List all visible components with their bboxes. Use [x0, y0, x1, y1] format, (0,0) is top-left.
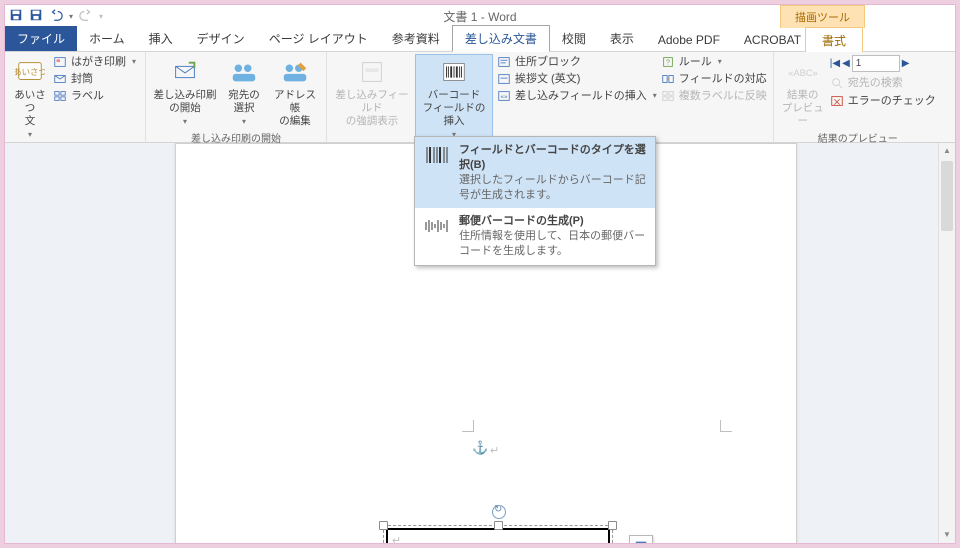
paragraph-mark-icon: ↵ — [490, 444, 499, 457]
barcode-icon — [423, 143, 451, 167]
select-recipients-button[interactable]: 宛先の 選択▾ — [222, 55, 266, 127]
textbox-shape[interactable]: ↵ — [383, 525, 613, 543]
crop-mark-icon — [720, 416, 736, 432]
menu-item-postal-barcode[interactable]: 郵便バーコードの生成(P)住所情報を使用して、日本の郵便バーコードを生成します。 — [415, 208, 655, 265]
highlight-merge-fields-button: 差し込みフィールド の強調表示 — [333, 55, 411, 128]
tab-design[interactable]: デザイン — [185, 26, 257, 51]
find-recipient-button: 宛先の検索 — [830, 76, 936, 90]
menu-item-desc: 住所情報を使用して、日本の郵便バーコードを生成します。 — [459, 230, 645, 257]
title-bar: ▾ ▾ 文書 1 - Word 描画ツール — [5, 5, 955, 27]
qat-customize-icon[interactable]: ▾ — [99, 12, 103, 21]
tab-insert[interactable]: 挿入 — [137, 26, 185, 51]
tab-mailings[interactable]: 差し込み文書 — [452, 25, 550, 52]
group-preview: «ABC» 結果の プレビュー |◀ ◀ 1 ▶ 宛先の検索 エラーのチェック … — [774, 52, 942, 142]
anchor-icon: ⚓ — [472, 440, 488, 456]
undo-icon[interactable] — [49, 8, 63, 25]
group-create: あいさつ あいさつ 文 ▾ はがき印刷 封筒 ラベル 作成 — [5, 52, 146, 142]
address-block-button[interactable]: 住所ブロック — [497, 55, 657, 69]
record-navigator: |◀ ◀ 1 ▶ — [830, 55, 936, 72]
record-number-input[interactable]: 1 — [852, 55, 900, 72]
first-record-icon[interactable]: |◀ — [830, 58, 840, 69]
resize-handle[interactable] — [379, 521, 388, 530]
tab-adobe-pdf[interactable]: Adobe PDF — [646, 29, 732, 51]
redo-icon[interactable] — [79, 8, 93, 25]
save-icon[interactable] — [9, 8, 23, 25]
tab-view[interactable]: 表示 — [598, 26, 646, 51]
layout-options-button[interactable] — [629, 535, 653, 543]
barcode-dropdown-menu: フィールドとバーコードのタイプを選択(B)選択したフィールドからバーコード記号が… — [414, 136, 656, 266]
tab-review[interactable]: 校閲 — [550, 26, 598, 51]
labels-button[interactable]: ラベル — [53, 89, 136, 103]
scroll-up-icon[interactable]: ▲ — [939, 143, 955, 159]
tab-layout[interactable]: ページ レイアウト — [257, 26, 380, 51]
preview-results-button: «ABC» 結果の プレビュー — [780, 55, 826, 128]
resize-handle[interactable] — [494, 521, 503, 530]
qat-dropdown-icon[interactable]: ▾ — [69, 12, 73, 21]
prev-record-icon[interactable]: ◀ — [842, 58, 850, 69]
contextual-tab-label: 描画ツール — [780, 5, 865, 28]
check-errors-button[interactable]: エラーのチェック — [830, 94, 936, 108]
tab-home[interactable]: ホーム — [77, 26, 137, 51]
menu-item-select-barcode-type[interactable]: フィールドとバーコードのタイプを選択(B)選択したフィールドからバーコード記号が… — [415, 137, 655, 208]
svg-text:«»: «» — [501, 94, 508, 101]
insert-barcode-field-button[interactable]: バーコード フィールドの挿入▾ — [415, 54, 493, 143]
hagaki-print-button[interactable]: はがき印刷 — [53, 55, 136, 69]
match-fields-button[interactable]: フィールドの対応 — [661, 72, 767, 86]
tab-format[interactable]: 書式 — [805, 27, 863, 54]
scroll-down-icon[interactable]: ▼ — [939, 527, 955, 543]
svg-text:あいさつ: あいさつ — [15, 67, 45, 77]
group-write: 差し込みフィールド の強調表示 バーコード フィールドの挿入▾ 住所ブロック 挨… — [327, 52, 774, 142]
start-mail-merge-button[interactable]: 差し込み印刷 の開始▾ — [152, 55, 218, 127]
scroll-thumb[interactable] — [941, 161, 953, 231]
envelope-button[interactable]: 封筒 — [53, 72, 136, 86]
resize-handle[interactable] — [608, 521, 617, 530]
menu-item-title: フィールドとバーコードのタイプを選択(B) — [459, 143, 647, 173]
svg-text:?: ? — [666, 60, 670, 67]
group-start: 差し込み印刷 の開始▾ 宛先の 選択▾ アドレス帳 の編集 差し込み印刷の開始 — [146, 52, 327, 142]
tab-references[interactable]: 参考資料 — [380, 26, 452, 51]
edit-recipient-list-button[interactable]: アドレス帳 の編集 — [270, 55, 320, 128]
next-record-icon[interactable]: ▶ — [902, 58, 910, 69]
textbox-content[interactable]: ↵ — [386, 528, 610, 543]
update-labels-button: 複数ラベルに反映 — [661, 89, 767, 103]
save-icon[interactable] — [29, 8, 43, 25]
ribbon-tabs: ファイル ホーム 挿入 デザイン ページ レイアウト 参考資料 差し込み文書 校… — [5, 27, 955, 52]
rotate-handle[interactable] — [492, 505, 506, 519]
insert-merge-field-button[interactable]: «»差し込みフィールドの挿入 — [497, 89, 657, 103]
greeting-text-button[interactable]: あいさつ あいさつ 文 ▾ — [11, 55, 49, 140]
tab-acrobat[interactable]: ACROBAT — [732, 29, 813, 51]
postal-barcode-icon — [423, 214, 451, 238]
tab-file[interactable]: ファイル — [5, 26, 77, 51]
menu-item-title: 郵便バーコードの生成(P) — [459, 214, 647, 229]
rules-button[interactable]: ?ルール — [661, 55, 767, 69]
crop-mark-icon — [458, 416, 474, 432]
ribbon: あいさつ あいさつ 文 ▾ はがき印刷 封筒 ラベル 作成 差し込み印刷 の開始… — [5, 52, 955, 143]
menu-item-desc: 選択したフィールドからバーコード記号が生成されます。 — [459, 174, 646, 201]
vertical-scrollbar[interactable]: ▲ ▼ — [938, 143, 955, 543]
svg-text:«ABC»: «ABC» — [788, 68, 818, 78]
greeting-line-button[interactable]: 挨拶文 (英文) — [497, 72, 657, 86]
